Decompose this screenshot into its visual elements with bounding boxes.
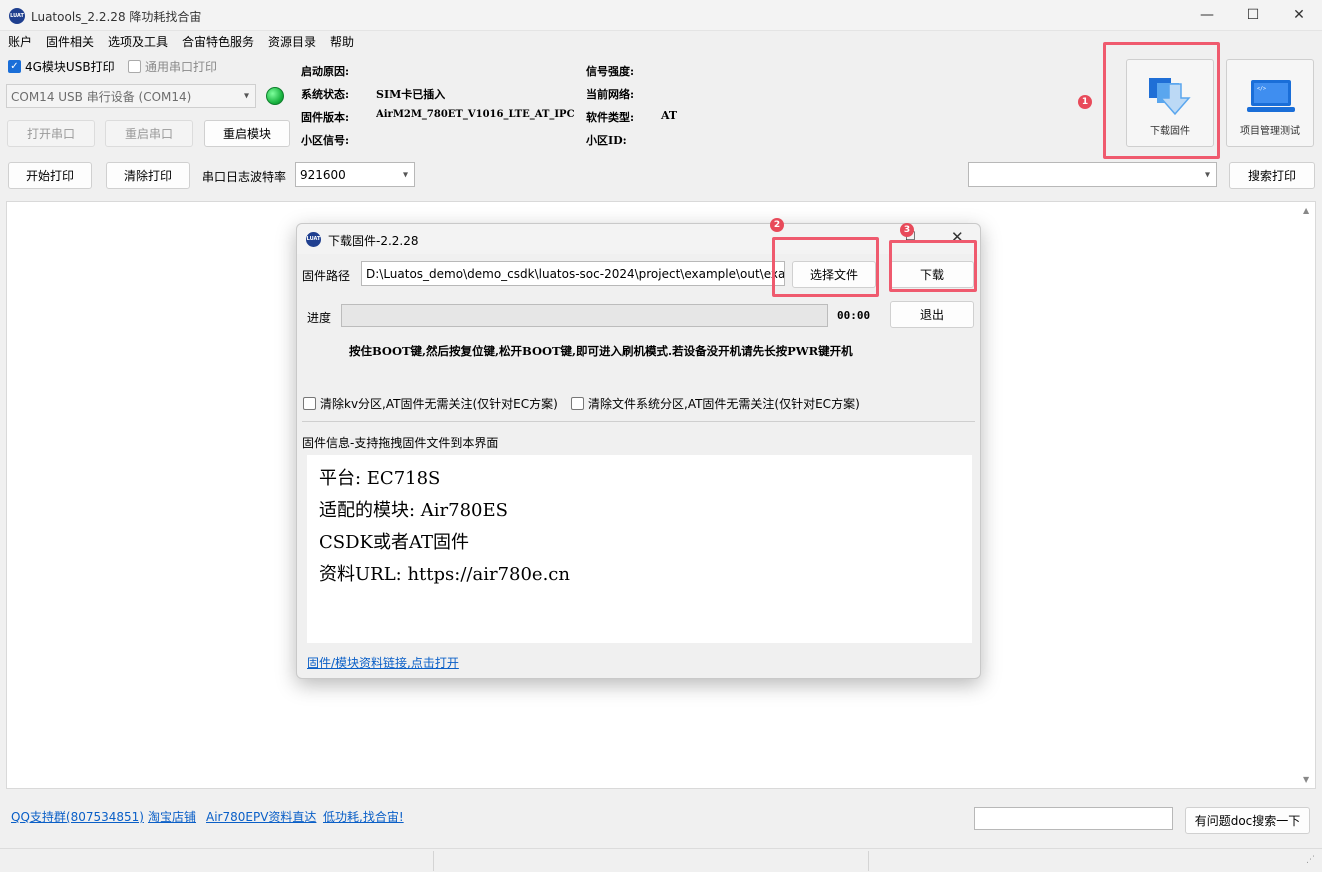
checkbox-box [571,397,584,410]
check-icon: ✓ [8,60,21,73]
serial-print-checkbox[interactable]: 通用串口打印 [128,58,217,75]
window-title: Luatools_2.2.28 降功耗找合宙 [31,10,202,24]
download-firmware-button[interactable]: 下载固件 [1126,59,1214,147]
usb-print-label: 4G模块USB打印 [25,60,115,74]
download-icon [1149,78,1191,116]
checkbox-box [128,60,141,73]
log-scrollbar[interactable]: ▲ ▼ [1299,202,1315,788]
download-firmware-dialog: LUAT 下载固件-2.2.28 ☐ ✕ 固件路径 D:\Luatos_demo… [296,218,981,679]
progress-bar [341,304,828,327]
menu-bar: 账户 固件相关 选项及工具 合宙特色服务 资源目录 帮助 [0,31,1322,51]
port-select[interactable]: COM14 USB 串行设备 (COM14) ▾ [6,84,256,108]
maximize-button[interactable]: ☐ [1230,0,1276,31]
minimize-button[interactable]: — [1184,0,1230,31]
menu-services[interactable]: 合宙特色服务 [182,33,254,50]
clear-fs-label: 清除文件系统分区,AT固件无需关注(仅针对EC方案) [588,397,860,411]
svg-text:</>: </> [1257,86,1266,92]
app-logo-icon: LUAT [9,8,25,24]
clear-kv-label: 清除kv分区,AT固件无需关注(仅针对EC方案) [320,397,558,411]
firmware-info-header: 固件信息-支持拖拽固件文件到本界面 [302,436,499,450]
firmware-doc-link[interactable]: 固件/模块资料链接,点击打开 [307,654,459,671]
annotation-badge-3: 3 [900,223,914,237]
dialog-title: 下载固件-2.2.28 [328,234,419,248]
menu-options-tools[interactable]: 选项及工具 [108,33,168,50]
progress-time: 00:00 [837,309,871,322]
chevron-down-icon: ▾ [402,169,408,180]
baud-rate-value: 921600 [300,167,346,182]
annotation-badge-1: 1 [1078,95,1092,109]
laptop-icon: </> [1247,80,1295,112]
doc-search-input[interactable] [974,807,1173,830]
title-bar: LUAT Luatools_2.2.28 降功耗找合宙 — ☐ ✕ [0,0,1322,31]
info-line-module: 适配的模块: Air780ES [319,500,508,521]
doc-search-button[interactable]: 有问题doc搜索一下 [1185,807,1310,834]
open-port-button[interactable]: 打开串口 [7,120,95,147]
menu-help[interactable]: 帮助 [330,33,354,50]
clear-fs-checkbox[interactable]: 清除文件系统分区,AT固件无需关注(仅针对EC方案) [571,395,860,412]
firmware-path-value: D:\Luatos_demo\demo_csdk\luatos-soc-2024… [366,266,785,281]
firmware-path-input[interactable]: D:\Luatos_demo\demo_csdk\luatos-soc-2024… [361,261,785,286]
scroll-up-icon[interactable]: ▲ [1303,206,1309,215]
qq-group-link[interactable]: QQ支持群(807534851) [11,808,144,825]
software-type-value: AT [661,109,678,122]
clear-print-button[interactable]: 清除打印 [106,162,190,189]
info-line-url: 资料URL: https://air780e.cn [319,564,570,585]
info-line-type: CSDK或者AT固件 [319,532,470,553]
checkbox-box [303,397,316,410]
cell-signal-label: 小区信号: [301,134,350,147]
current-network-label: 当前网络: [586,88,635,101]
chevron-down-icon: ▾ [243,90,249,102]
menu-firmware[interactable]: 固件相关 [46,33,94,50]
start-print-button[interactable]: 开始打印 [8,162,92,189]
info-line-platform: 平台: EC718S [319,468,441,489]
clear-kv-checkbox[interactable]: 清除kv分区,AT固件无需关注(仅针对EC方案) [303,395,558,412]
project-test-button[interactable]: </> 项目管理测试 [1226,59,1314,147]
port-status-indicator [266,87,284,105]
firmware-version-label: 固件版本: [301,111,350,124]
firmware-path-label: 固件路径 [302,269,351,283]
menu-account[interactable]: 账户 [8,33,32,50]
download-firmware-label: 下载固件 [1150,126,1190,137]
search-print-select[interactable]: ▾ [968,162,1217,187]
baud-rate-select[interactable]: 921600 ▾ [295,162,415,187]
boot-instruction-text: 按住BOOT键,然后按复位键,松开BOOT键,即可进入刷机模式.若设备没开机请先… [349,344,853,358]
signal-strength-label: 信号强度: [586,65,635,78]
boot-reason-label: 启动原因: [301,65,350,78]
exit-button[interactable]: 退出 [890,301,974,328]
status-divider [433,851,434,871]
project-test-label: 项目管理测试 [1240,126,1300,137]
chevron-down-icon: ▾ [1204,169,1210,180]
restart-module-button[interactable]: 重启模块 [204,120,290,147]
dialog-close-button[interactable]: ✕ [951,228,964,246]
usb-print-checkbox[interactable]: ✓ 4G模块USB打印 [8,58,115,75]
progress-label: 进度 [307,311,332,325]
taobao-link[interactable]: 淘宝店铺 [148,808,196,825]
software-type-label: 软件类型: [586,111,635,124]
system-status-label: 系统状态: [301,88,350,101]
baud-rate-label: 串口日志波特率 [202,170,287,184]
close-button[interactable]: ✕ [1276,0,1322,31]
search-print-button[interactable]: 搜索打印 [1229,162,1315,189]
dialog-divider [302,421,975,422]
cell-id-label: 小区ID: [586,134,627,147]
select-file-button[interactable]: 选择文件 [792,261,876,288]
download-button[interactable]: 下载 [890,261,974,288]
restart-port-button[interactable]: 重启串口 [105,120,193,147]
annotation-badge-2: 2 [770,218,784,232]
firmware-version-value: AirM2M_780ET_V1016_LTE_AT_IPC [376,109,575,120]
serial-print-label: 通用串口打印 [145,60,218,74]
menu-resources[interactable]: 资源目录 [268,33,316,50]
status-divider [868,851,869,871]
port-select-value: COM14 USB 串行设备 (COM14) [11,89,192,104]
system-status-value: SIM卡已插入 [376,88,446,101]
dialog-logo-icon: LUAT [306,232,321,247]
resize-grip-icon[interactable]: ⋰ [1306,855,1315,865]
low-power-link[interactable]: 低功耗,找合宙! [323,808,404,825]
scroll-down-icon[interactable]: ▼ [1303,775,1309,784]
air780epv-link[interactable]: Air780EPV资料直达 [206,808,316,825]
status-bar: ⋰ [0,848,1322,872]
dialog-title-bar: LUAT 下载固件-2.2.28 ☐ ✕ [297,224,980,254]
firmware-info-panel: 平台: EC718S 适配的模块: Air780ES CSDK或者AT固件 资料… [307,455,972,643]
